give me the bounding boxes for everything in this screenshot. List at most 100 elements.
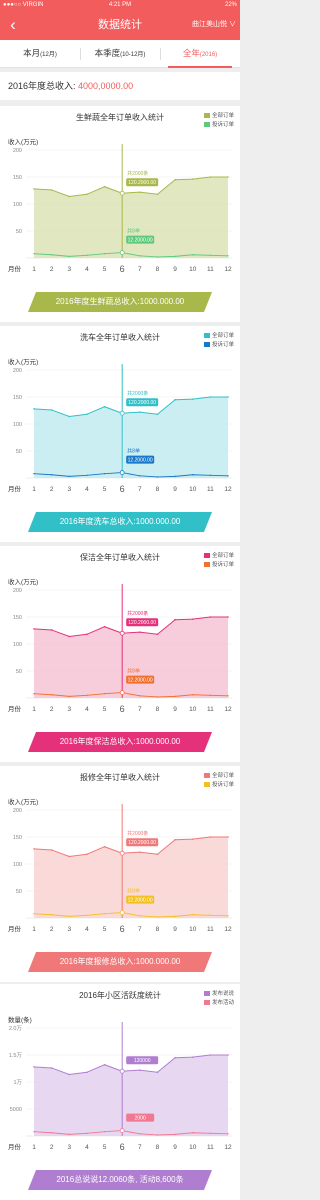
x-tick-label[interactable]: 10	[189, 266, 197, 273]
data-point[interactable]	[156, 476, 159, 478]
data-point[interactable]	[86, 694, 88, 696]
x-tick-label[interactable]: 5	[103, 926, 107, 933]
data-point[interactable]	[50, 1067, 53, 1069]
x-tick-label[interactable]: 3	[67, 706, 71, 713]
x-tick-label[interactable]: 5	[103, 486, 107, 493]
selected-point[interactable]	[119, 910, 125, 915]
data-point[interactable]	[50, 849, 53, 851]
data-point[interactable]	[68, 415, 71, 418]
data-point[interactable]	[50, 409, 53, 411]
x-tick-label[interactable]: 6	[120, 484, 125, 494]
data-point[interactable]	[86, 853, 88, 856]
x-tick-label[interactable]: 8	[156, 706, 160, 713]
x-tick-label[interactable]: 1	[32, 1144, 36, 1151]
x-tick-label[interactable]: 11	[207, 266, 214, 273]
x-tick-label[interactable]: 6	[120, 1142, 125, 1152]
x-tick-label[interactable]: 10	[189, 926, 197, 933]
selected-point[interactable]	[119, 1128, 125, 1133]
data-point[interactable]	[33, 472, 35, 475]
data-point[interactable]	[86, 413, 88, 416]
data-point[interactable]	[209, 836, 212, 838]
selected-point[interactable]	[119, 690, 125, 695]
x-tick-label[interactable]: 9	[173, 486, 177, 493]
data-point[interactable]	[139, 915, 141, 917]
x-tick-label[interactable]: 6	[120, 704, 125, 714]
data-point[interactable]	[68, 855, 71, 858]
data-point[interactable]	[174, 398, 176, 401]
x-tick-label[interactable]: 11	[207, 486, 214, 493]
data-point[interactable]	[86, 914, 88, 916]
x-tick-label[interactable]: 11	[207, 926, 214, 933]
x-tick-label[interactable]: 3	[67, 266, 71, 273]
data-point[interactable]	[68, 1073, 71, 1076]
x-tick-label[interactable]: 11	[207, 706, 214, 713]
data-point[interactable]	[191, 1056, 194, 1058]
x-tick-label[interactable]: 8	[156, 266, 160, 273]
x-tick-label[interactable]: 5	[103, 1144, 107, 1151]
data-point[interactable]	[68, 635, 71, 638]
selected-point[interactable]	[119, 630, 125, 636]
x-tick-label[interactable]: 12	[224, 266, 232, 273]
data-point[interactable]	[50, 189, 53, 191]
data-point[interactable]	[174, 915, 176, 918]
data-point[interactable]	[86, 633, 88, 636]
x-tick-label[interactable]: 3	[67, 486, 71, 493]
data-point[interactable]	[139, 1133, 141, 1135]
x-tick-label[interactable]: 12	[224, 486, 232, 493]
data-point[interactable]	[209, 1054, 212, 1056]
tab-month[interactable]: 本月(12月)	[0, 40, 80, 68]
data-point[interactable]	[209, 694, 212, 696]
data-point[interactable]	[139, 1069, 141, 1071]
x-tick-label[interactable]: 4	[85, 706, 89, 713]
data-point[interactable]	[209, 1132, 212, 1134]
data-point[interactable]	[191, 398, 194, 400]
data-point[interactable]	[227, 475, 229, 477]
x-tick-label[interactable]: 12	[224, 706, 232, 713]
data-point[interactable]	[103, 845, 106, 848]
data-point[interactable]	[192, 254, 194, 256]
data-point[interactable]	[33, 692, 35, 695]
data-point[interactable]	[33, 408, 35, 410]
data-point[interactable]	[156, 256, 159, 258]
x-tick-label[interactable]: 10	[189, 1144, 197, 1151]
data-point[interactable]	[86, 254, 88, 256]
data-point[interactable]	[156, 1071, 159, 1074]
data-point[interactable]	[209, 914, 212, 916]
data-point[interactable]	[209, 254, 212, 256]
data-point[interactable]	[174, 838, 176, 841]
data-point[interactable]	[33, 1130, 35, 1133]
data-point[interactable]	[174, 618, 176, 621]
data-point[interactable]	[139, 695, 141, 697]
x-tick-label[interactable]: 7	[138, 266, 142, 273]
data-point[interactable]	[103, 912, 106, 915]
data-point[interactable]	[192, 694, 194, 696]
data-point[interactable]	[191, 178, 194, 180]
data-point[interactable]	[139, 255, 141, 257]
data-point[interactable]	[192, 914, 194, 916]
data-point[interactable]	[156, 696, 159, 698]
data-point[interactable]	[156, 633, 159, 636]
x-tick-label[interactable]: 8	[156, 926, 160, 933]
selected-point[interactable]	[119, 410, 125, 416]
location-selector[interactable]: 曲江美山悦 ∨	[192, 10, 236, 40]
x-tick-label[interactable]: 10	[189, 706, 197, 713]
data-point[interactable]	[86, 1071, 88, 1074]
data-point[interactable]	[139, 411, 141, 413]
x-tick-label[interactable]: 4	[85, 1144, 89, 1151]
x-tick-label[interactable]: 7	[138, 926, 142, 933]
x-tick-label[interactable]: 12	[224, 1144, 232, 1151]
data-point[interactable]	[103, 1063, 106, 1066]
x-tick-label[interactable]: 9	[173, 926, 177, 933]
x-tick-label[interactable]: 4	[85, 926, 89, 933]
data-point[interactable]	[103, 252, 106, 255]
data-point[interactable]	[68, 195, 71, 198]
data-point[interactable]	[227, 396, 229, 398]
x-tick-label[interactable]: 9	[173, 706, 177, 713]
data-point[interactable]	[156, 413, 159, 416]
data-point[interactable]	[192, 1132, 194, 1134]
data-point[interactable]	[50, 254, 53, 256]
data-point[interactable]	[174, 695, 176, 698]
x-tick-label[interactable]: 7	[138, 486, 142, 493]
x-tick-label[interactable]: 7	[138, 1144, 142, 1151]
x-tick-label[interactable]: 3	[67, 926, 71, 933]
